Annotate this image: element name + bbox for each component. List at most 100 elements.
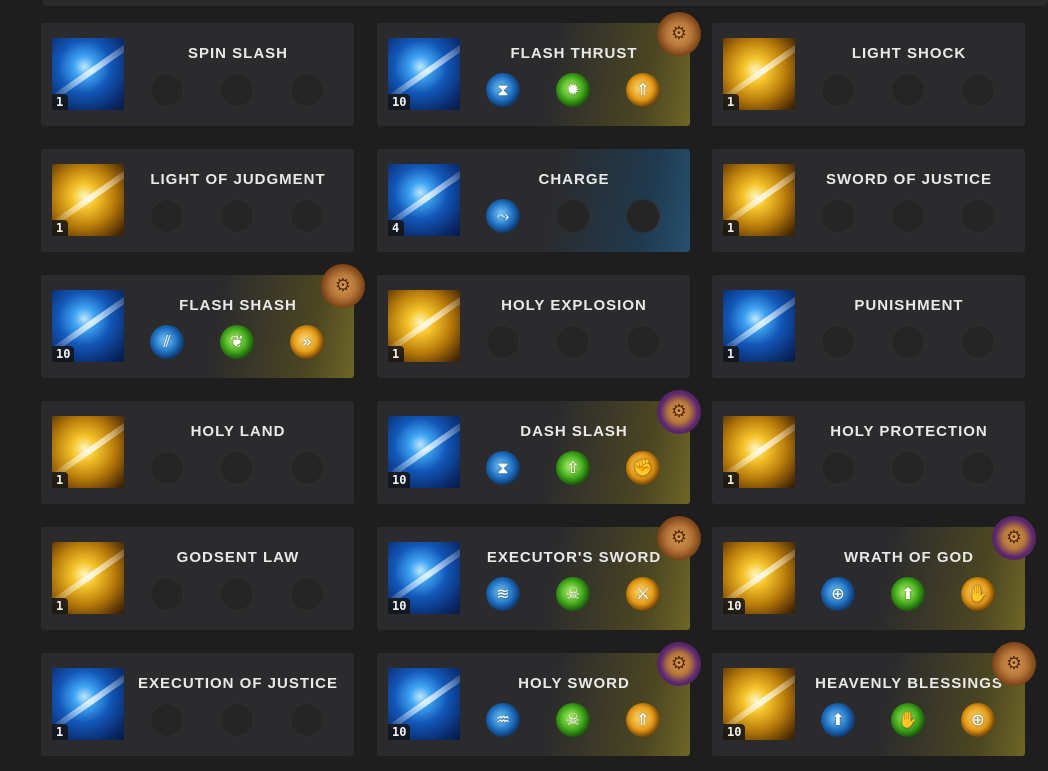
- empty-tripod-slot[interactable]: [150, 577, 184, 611]
- wind-wave-icon[interactable]: ≋: [486, 577, 520, 611]
- skill-card-flash-thrust[interactable]: 10 FLASH THRUST ⧗ ✹ ⇑ ⚙: [377, 12, 701, 126]
- empty-tripod-slot[interactable]: [961, 73, 995, 107]
- orange-fast-forward-icon[interactable]: »: [290, 325, 324, 359]
- orange-claw-icon[interactable]: ✋: [961, 577, 995, 611]
- blue-executor-icon[interactable]: 10: [388, 542, 460, 614]
- empty-tripod-slot[interactable]: [891, 325, 925, 359]
- tripod-gem-icon[interactable]: ⚙: [992, 516, 1036, 560]
- empty-tripod-slot[interactable]: [290, 199, 324, 233]
- gold-shock-icon[interactable]: 1: [723, 38, 795, 110]
- empty-tripod-slot[interactable]: [220, 451, 254, 485]
- green-up-arrow-icon[interactable]: ⇧: [556, 451, 590, 485]
- empty-tripod-slot[interactable]: [891, 451, 925, 485]
- tripod-gem-icon[interactable]: ⚙: [657, 516, 701, 560]
- empty-tripod-slot[interactable]: [556, 199, 590, 233]
- skill-card-charge[interactable]: 4 CHARGE ⤳: [377, 149, 690, 252]
- empty-tripod-slot[interactable]: [220, 73, 254, 107]
- empty-tripod-slot[interactable]: [961, 451, 995, 485]
- blue-execution-icon[interactable]: 1: [52, 668, 124, 740]
- empty-tripod-slot[interactable]: [961, 199, 995, 233]
- tripod-gem-icon[interactable]: ⚙: [657, 12, 701, 56]
- gold-protection-icon[interactable]: 1: [723, 416, 795, 488]
- tripod-glyph: ≋: [496, 584, 510, 603]
- gold-explosion-icon[interactable]: 1: [388, 290, 460, 362]
- empty-tripod-slot[interactable]: [626, 199, 660, 233]
- empty-tripod-slot[interactable]: [150, 451, 184, 485]
- empty-tripod-slot[interactable]: [891, 73, 925, 107]
- skill-card-executor-s-sword[interactable]: 10 EXECUTOR'S SWORD ≋ ☠ ⚔ ⚙: [377, 516, 701, 630]
- claw-slash-icon[interactable]: ⫽: [150, 325, 184, 359]
- skill-icon-streak: [52, 291, 124, 355]
- empty-tripod-slot[interactable]: [821, 199, 855, 233]
- green-orb-up-icon[interactable]: ⬆: [891, 577, 925, 611]
- skill-card-holy-protection[interactable]: 1 HOLY PROTECTION: [712, 401, 1025, 504]
- skill-card-heavenly-blessings[interactable]: 10 HEAVENLY BLESSINGS ⬆ ✋ ⊕ ⚙: [712, 642, 1036, 756]
- empty-tripod-slot[interactable]: [290, 577, 324, 611]
- orange-fist-icon[interactable]: ✊: [626, 451, 660, 485]
- empty-tripod-slot[interactable]: [821, 325, 855, 359]
- skill-card-spin-slash[interactable]: 1 SPIN SLASH: [41, 23, 354, 126]
- skill-card-holy-land[interactable]: 1 HOLY LAND: [41, 401, 354, 504]
- orange-crosshair-icon[interactable]: ⊕: [961, 703, 995, 737]
- crosshair-icon[interactable]: ⊕: [821, 577, 855, 611]
- empty-tripod-slot[interactable]: [290, 73, 324, 107]
- green-skull-icon[interactable]: ☠: [556, 703, 590, 737]
- skill-card-light-shock[interactable]: 1 LIGHT SHOCK: [712, 23, 1025, 126]
- skill-card-holy-explosion[interactable]: 1 HOLY EXPLOSION: [377, 275, 690, 378]
- running-figure-icon[interactable]: ⤳: [486, 199, 520, 233]
- empty-tripod-slot[interactable]: [220, 703, 254, 737]
- empty-tripod-slot[interactable]: [961, 325, 995, 359]
- blue-thrust-icon[interactable]: 10: [388, 38, 460, 110]
- gold-sword-icon[interactable]: 1: [723, 164, 795, 236]
- empty-tripod-slot[interactable]: [290, 451, 324, 485]
- orange-crossed-swords-icon[interactable]: ⚔: [626, 577, 660, 611]
- hourglass-down-icon[interactable]: ⧗: [486, 73, 520, 107]
- empty-tripod-slot[interactable]: [821, 451, 855, 485]
- green-hand-icon[interactable]: ✋: [891, 703, 925, 737]
- skill-card-wrath-of-god[interactable]: 10 WRATH OF GOD ⊕ ⬆ ✋ ⚙: [712, 516, 1036, 630]
- orange-up-arrow-icon[interactable]: ⇑: [626, 703, 660, 737]
- blue-holy-sword-icon[interactable]: 10: [388, 668, 460, 740]
- empty-tripod-slot[interactable]: [220, 577, 254, 611]
- gold-wrath-icon[interactable]: 10: [723, 542, 795, 614]
- green-burst-icon[interactable]: ✹: [556, 73, 590, 107]
- tripod-gem-icon[interactable]: ⚙: [321, 264, 365, 308]
- empty-tripod-slot[interactable]: [556, 325, 590, 359]
- gold-judgment-icon[interactable]: 1: [52, 164, 124, 236]
- orange-up-arrow-icon[interactable]: ⇑: [626, 73, 660, 107]
- tripod-gem-icon[interactable]: ⚙: [657, 642, 701, 686]
- gold-angel-icon[interactable]: 10: [723, 668, 795, 740]
- empty-tripod-slot[interactable]: [150, 73, 184, 107]
- blue-orb-up-icon[interactable]: ⬆: [821, 703, 855, 737]
- hourglass-down-icon[interactable]: ⧗: [486, 451, 520, 485]
- empty-tripod-slot[interactable]: [150, 199, 184, 233]
- empty-tripod-slot[interactable]: [486, 325, 520, 359]
- skill-card-sword-of-justice[interactable]: 1 SWORD OF JUSTICE: [712, 149, 1025, 252]
- blue-punishment-icon[interactable]: 1: [723, 290, 795, 362]
- empty-tripod-slot[interactable]: [220, 199, 254, 233]
- gold-law-icon[interactable]: 1: [52, 542, 124, 614]
- empty-tripod-slot[interactable]: [821, 73, 855, 107]
- empty-tripod-slot[interactable]: [290, 703, 324, 737]
- green-skull-icon[interactable]: ☠: [556, 577, 590, 611]
- skill-card-holy-sword[interactable]: 10 HOLY SWORD ♒ ☠ ⇑ ⚙: [377, 642, 701, 756]
- empty-tripod-slot[interactable]: [626, 325, 660, 359]
- blue-charge-icon[interactable]: 4: [388, 164, 460, 236]
- empty-tripod-slot[interactable]: [891, 199, 925, 233]
- skill-card-godsent-law[interactable]: 1 GODSENT LAW: [41, 527, 354, 630]
- skill-name: HOLY EXPLOSION: [501, 297, 647, 314]
- empty-tripod-slot[interactable]: [150, 703, 184, 737]
- skill-card-execution-of-justice[interactable]: 1 EXECUTION OF JUSTICE: [41, 653, 354, 756]
- blue-crescent-slash-icon[interactable]: 1: [52, 38, 124, 110]
- green-feather-icon[interactable]: ❦: [220, 325, 254, 359]
- gold-holy-land-icon[interactable]: 1: [52, 416, 124, 488]
- skill-card-flash-shash[interactable]: 10 FLASH SHASH ⫽ ❦ » ⚙: [41, 264, 365, 378]
- blue-dash-icon[interactable]: 10: [388, 416, 460, 488]
- skill-card-dash-slash[interactable]: 10 DASH SLASH ⧗ ⇧ ✊ ⚙: [377, 390, 701, 504]
- skill-card-punishment[interactable]: 1 PUNISHMENT: [712, 275, 1025, 378]
- blue-crescent-icon[interactable]: 10: [52, 290, 124, 362]
- skill-card-light-of-judgment[interactable]: 1 LIGHT OF JUDGMENT: [41, 149, 354, 252]
- tripod-gem-icon[interactable]: ⚙: [657, 390, 701, 434]
- blue-splash-icon[interactable]: ♒: [486, 703, 520, 737]
- tripod-gem-icon[interactable]: ⚙: [992, 642, 1036, 686]
